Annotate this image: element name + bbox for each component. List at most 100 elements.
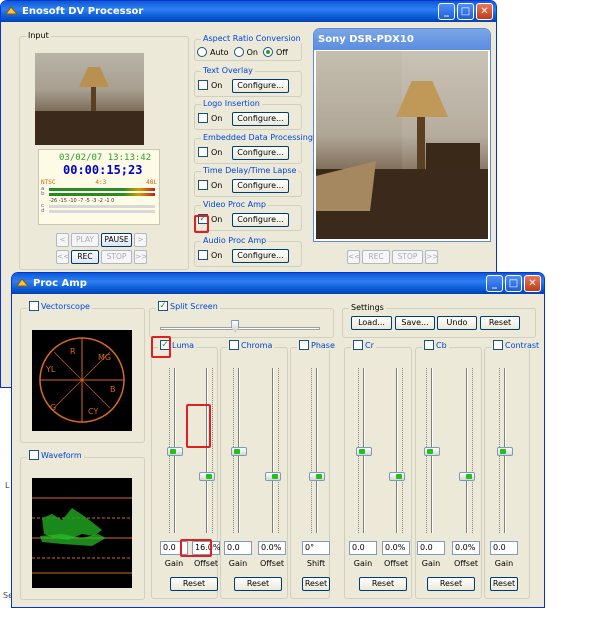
maximize-button[interactable]: □ [457,3,474,20]
format-audio: 48L [146,179,157,186]
save-button[interactable]: Save... [395,316,435,330]
slider-thumb-2-0[interactable] [309,471,325,481]
section-configure-button-4[interactable]: Configure... [232,213,289,227]
group-reset-button-5[interactable]: Reset [490,577,518,591]
input-label: Input [26,31,51,40]
slider-thumb-3-0[interactable] [356,446,372,456]
close-button[interactable]: ✕ [476,3,493,20]
section-configure-button-3[interactable]: Configure... [232,179,289,193]
aspect-on-radio[interactable] [233,47,244,57]
transport-play[interactable]: PLAY [71,233,99,247]
group-reset-button-4[interactable]: Reset [427,577,475,591]
sony-titlebar[interactable]: Sony DSR-PDX10 [314,29,490,50]
section-configure-button-2[interactable]: Configure... [232,146,289,160]
slider-value-3-1[interactable]: 0.0% [382,541,410,555]
slider-thumb-5-0[interactable] [497,446,513,456]
proc-amp-titlebar[interactable]: Proc Amp _ □ ✕ [12,273,544,294]
slider-track-0-1[interactable] [206,368,208,533]
group-reset-button-2[interactable]: Reset [302,577,330,591]
section-configure-button-5[interactable]: Configure... [232,249,289,263]
proc-amp-close-button[interactable]: ✕ [524,275,541,292]
slider-ticks-4-1 [472,368,473,533]
transport-ffwd[interactable]: >> [134,250,148,264]
group-reset-button-3[interactable]: Reset [359,577,407,591]
undo-button[interactable]: Undo [437,316,477,330]
aspect-off-radio[interactable] [262,47,273,57]
vectorscope-checkbox[interactable] [29,301,39,311]
slider-value-1-0[interactable]: 0.0 [224,541,252,555]
section-on-label-3: On [211,180,223,190]
slider-value-1-1[interactable]: 0.0% [258,541,286,555]
main-titlebar[interactable]: Enosoft DV Processor _ □ ✕ [1,1,496,22]
section-configure-button-1[interactable]: Configure... [232,112,289,126]
slider-value-4-0[interactable]: 0.0 [417,541,445,555]
slider-track-3-1[interactable] [396,368,398,533]
aspect-label: Aspect Ratio Conversion [201,34,303,43]
group-checkbox-4[interactable] [424,340,434,350]
slider-track-1-1[interactable] [272,368,274,533]
split-screen-thumb[interactable] [231,320,240,332]
transport-rewind[interactable]: << [56,250,70,264]
output-transport-stop[interactable]: STOP [392,250,423,264]
group-checkbox-5[interactable] [493,340,503,350]
slider-track-2-0[interactable] [316,368,318,533]
section-configure-button-0[interactable]: Configure... [232,79,289,93]
section-on-checkbox-1[interactable] [198,113,208,123]
slider-thumb-0-1[interactable] [199,471,215,481]
proc-amp-window: Proc Amp _ □ ✕ Vectorscope R MG YL B G C… [11,272,545,608]
waveform-checkbox[interactable] [29,450,39,460]
slider-caption-1-1: Offset [259,559,285,568]
transport-prev[interactable]: < [56,233,69,247]
aspect-auto-radio[interactable] [197,47,207,57]
slider-thumb-1-1[interactable] [265,471,281,481]
reset-all-button[interactable]: Reset [480,316,520,330]
slider-value-5-0[interactable]: 0.0 [490,541,518,555]
format-aspect: 4:3 [95,179,107,186]
slider-caption-4-1: Offset [453,559,479,568]
slider-thumb-0-0[interactable] [167,446,183,456]
group-checkbox-1[interactable] [229,340,239,350]
slider-thumb-1-0[interactable] [231,446,247,456]
group-reset-button-0[interactable]: Reset [170,577,218,591]
vector-mark-yl: YL [45,365,56,374]
transport-pause[interactable]: PAUSE [101,233,132,247]
section-label-0: Text Overlay [201,66,255,75]
slider-track-4-1[interactable] [466,368,468,533]
waveform-graticule [32,497,132,574]
transport-stop[interactable]: STOP [101,250,132,264]
proc-amp-minimize-button[interactable]: _ [486,275,503,292]
minimize-button[interactable]: _ [438,3,455,20]
load-button[interactable]: Load... [351,316,392,330]
split-screen-checkbox[interactable]: ✓ [158,301,168,311]
vector-mark-g: G [50,403,56,412]
slider-thumb-4-0[interactable] [424,446,440,456]
output-transport-ffwd[interactable]: >> [425,250,439,264]
transport-rec[interactable]: REC [71,250,99,264]
vectorscope-graticule: R MG YL B G CY [39,337,125,423]
luma-offset-thumb-highlight [186,404,211,448]
slider-value-3-0[interactable]: 0.0 [349,541,377,555]
group-reset-button-1[interactable]: Reset [234,577,282,591]
output-transport-rec[interactable]: REC [362,250,390,264]
slider-value-4-1[interactable]: 0.0% [452,541,480,555]
group-label-0: Luma [172,340,195,350]
group-checkbox-2[interactable] [299,340,309,350]
section-on-checkbox-2[interactable] [198,147,208,157]
slider-value-2-0[interactable]: 0° [302,541,330,555]
main-title: Enosoft DV Processor [22,6,144,17]
group-label-5: Contrast [505,340,540,350]
section-label-3: Time Delay/Time Lapse [201,166,299,175]
proc-amp-title: Proc Amp [33,278,87,289]
output-transport-rewind[interactable]: << [347,250,361,264]
waveform-label: Waveform [41,450,82,460]
group-checkbox-3[interactable] [353,340,363,350]
slider-thumb-4-1[interactable] [459,471,475,481]
section-on-checkbox-5[interactable] [198,250,208,260]
section-on-checkbox-0[interactable] [198,80,208,90]
section-on-checkbox-3[interactable] [198,180,208,190]
slider-caption-0-1: Offset [193,559,219,568]
slider-thumb-3-1[interactable] [389,471,405,481]
proc-amp-maximize-button[interactable]: □ [505,275,522,292]
split-screen-slider[interactable] [160,320,320,334]
transport-next[interactable]: > [134,233,147,247]
